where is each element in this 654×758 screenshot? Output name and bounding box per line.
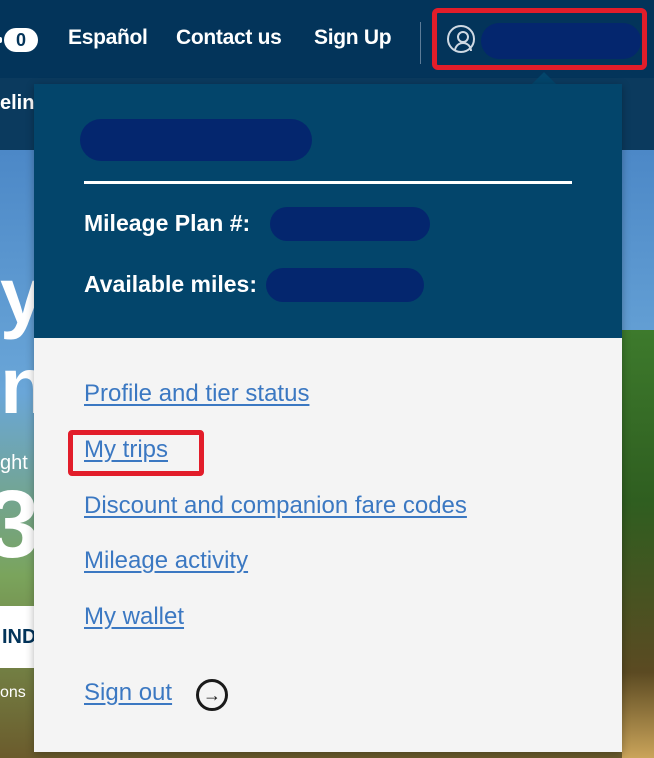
redacted-username [481,23,641,59]
palm-tree-image [622,330,654,758]
top-navigation: 0 Español Contact us Sign Up [0,0,654,78]
sign-up-link[interactable]: Sign Up [314,26,392,50]
my-trips-link[interactable]: My trips [84,436,168,464]
redacted-mileage-plan-number [270,207,430,241]
user-icon [447,25,475,53]
my-wallet-link[interactable]: My wallet [84,603,184,631]
contact-us-link[interactable]: Contact us [176,26,282,50]
sign-out-link[interactable]: Sign out [84,679,172,707]
arrow-right-circle-icon[interactable]: → [196,679,228,711]
nav-divider [420,22,421,64]
profile-tier-status-link[interactable]: Profile and tier status [84,380,309,408]
cart-count-badge[interactable]: 0 [0,28,38,52]
account-menu-button[interactable] [432,8,647,70]
available-miles-label: Available miles: [84,271,258,297]
espanol-link[interactable]: Español [68,26,148,50]
redacted-member-name [80,119,312,161]
account-dropdown: Mileage Plan #: Available miles: Profile… [34,84,622,752]
redacted-available-miles [266,268,424,302]
hero-footnote-fragment: ons [0,684,26,701]
mileage-activity-link[interactable]: Mileage activity [84,547,248,575]
find-flights-button[interactable]: IND [0,606,36,668]
discount-fare-codes-link[interactable]: Discount and companion fare codes [84,492,467,520]
header-divider [84,181,572,184]
mileage-plan-label: Mileage Plan #: [84,210,251,236]
account-summary: Mileage Plan #: Available miles: [34,84,622,338]
